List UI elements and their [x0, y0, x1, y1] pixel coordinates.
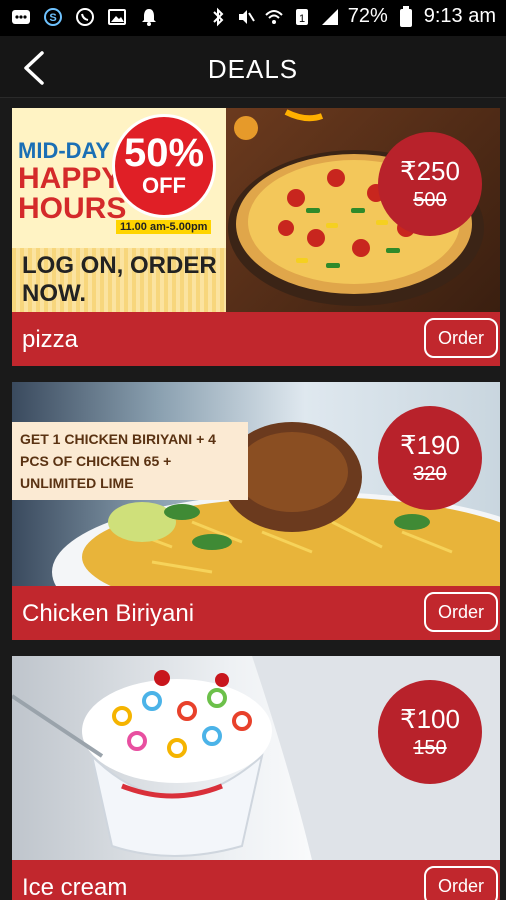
- price-badge: ₹190 320: [378, 406, 482, 510]
- skype-icon: S: [42, 6, 64, 28]
- discount-circle: 50% OFF: [112, 114, 216, 218]
- svg-text:1: 1: [299, 13, 305, 25]
- promo-cta: LOG ON, ORDER NOW.: [22, 252, 217, 307]
- deal-card-ice-cream[interactable]: ₹100 150 Ice cream Order: [12, 656, 500, 900]
- bbm-icon: [10, 6, 32, 28]
- deal-image[interactable]: MID-DAY HAPPY HOURS 50% OFF 11.00 am-5.0…: [12, 108, 500, 312]
- order-button[interactable]: Order: [424, 592, 498, 632]
- whatsapp-icon: [74, 6, 96, 28]
- signal-icon: [320, 6, 340, 28]
- original-price: 150: [413, 737, 447, 759]
- notification-icons: S: [10, 6, 160, 28]
- deal-name: pizza: [22, 326, 79, 353]
- deal-footer: pizza Order: [12, 312, 500, 366]
- current-price: ₹100: [400, 704, 460, 734]
- deal-footer: Chicken Biriyani Order: [12, 586, 500, 640]
- deals-list[interactable]: MID-DAY HAPPY HOURS 50% OFF 11.00 am-5.0…: [0, 98, 506, 900]
- deal-card-chicken-biriyani[interactable]: GET 1 CHICKEN BIRIYANI + 4 PCS OF CHICKE…: [12, 382, 500, 640]
- promo-banner: MID-DAY HAPPY HOURS 50% OFF 11.00 am-5.0…: [12, 108, 226, 312]
- current-price: ₹250: [400, 156, 460, 186]
- status-bar: S 1 72% 9:13 am: [0, 0, 506, 36]
- bell-icon: [138, 6, 160, 28]
- promo-caption: GET 1 CHICKEN BIRIYANI + 4 PCS OF CHICKE…: [12, 422, 248, 500]
- deal-footer: Ice cream Order: [12, 860, 500, 900]
- mute-icon: [236, 6, 256, 28]
- deal-image[interactable]: ₹100 150: [12, 656, 500, 860]
- battery-percent: 72%: [347, 5, 388, 27]
- promo-hours: 11.00 am-5.00pm: [116, 220, 212, 234]
- price-badge: ₹100 150: [378, 680, 482, 784]
- gallery-icon: [106, 6, 128, 28]
- wifi-icon: [264, 6, 284, 28]
- bluetooth-icon: [208, 6, 228, 28]
- app-bar: DEALS: [0, 36, 506, 98]
- page-title: DEALS: [207, 54, 299, 84]
- discount-off: OFF: [142, 173, 186, 198]
- promo-line1: MID-DAY: [18, 138, 111, 163]
- current-price: ₹190: [400, 430, 460, 460]
- price-badge: ₹250 500: [378, 132, 482, 236]
- order-button[interactable]: Order: [424, 318, 498, 358]
- deal-card-pizza[interactable]: MID-DAY HAPPY HOURS 50% OFF 11.00 am-5.0…: [12, 108, 500, 366]
- system-icons: 1 72% 9:13 am: [208, 5, 496, 28]
- deal-name: Chicken Biriyani: [22, 600, 195, 627]
- original-price: 500: [413, 189, 447, 211]
- deal-image[interactable]: GET 1 CHICKEN BIRIYANI + 4 PCS OF CHICKE…: [12, 382, 500, 586]
- battery-icon: [396, 5, 416, 28]
- clock: 9:13 am: [423, 5, 496, 27]
- discount-percent: 50%: [123, 131, 205, 175]
- original-price: 320: [413, 463, 447, 485]
- order-button[interactable]: Order: [424, 866, 498, 900]
- deal-name: Ice cream: [22, 874, 128, 900]
- sim-icon: 1: [292, 6, 312, 28]
- svg-text:S: S: [49, 12, 56, 24]
